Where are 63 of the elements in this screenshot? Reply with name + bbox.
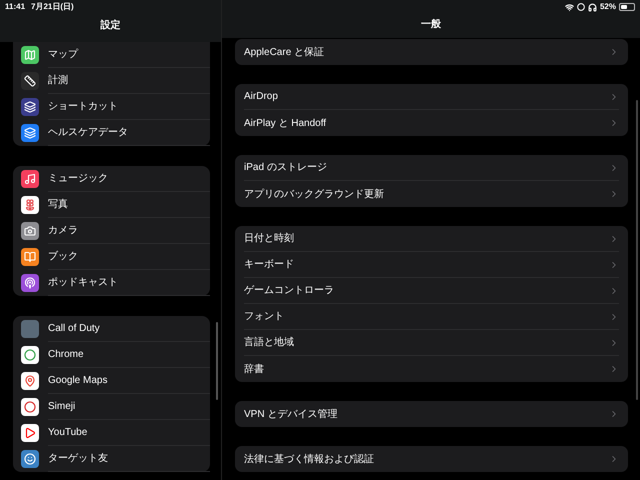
sidebar-item-label: ブック <box>48 250 78 264</box>
settings-row-label: iPad のストレージ <box>244 161 327 175</box>
status-time: 11:41 <box>5 1 26 13</box>
sidebar-item[interactable]: Chrome <box>13 342 210 368</box>
sidebar-item-label: ショートカット <box>48 100 118 114</box>
settings-row-label: 日付と時刻 <box>244 232 294 246</box>
sidebar-item[interactable]: ミュージック <box>13 166 210 192</box>
headphones-icon <box>588 2 597 12</box>
sidebar-item[interactable]: ショートカット <box>13 94 210 120</box>
settings-row[interactable]: iPad のストレージ <box>244 155 619 181</box>
settings-row-label: ゲームコントローラ <box>244 284 334 298</box>
settings-row-label: 辞書 <box>244 362 264 376</box>
sidebar-item[interactable]: ヘルスケアデータ <box>13 120 210 146</box>
settings-row-label: VPN とデバイス管理 <box>244 408 338 422</box>
sidebar-item[interactable]: マップ <box>13 42 210 68</box>
settings-row[interactable]: フォント <box>244 304 619 330</box>
detail-title: 一般 <box>421 18 441 32</box>
settings-row-label: AirPlay と Handoff <box>244 116 326 130</box>
sidebar-item-label: ターゲット友 <box>48 452 108 466</box>
settings-row[interactable]: VPN とデバイス管理 <box>244 401 619 427</box>
settings-row-label: AirDrop <box>244 90 278 104</box>
settings-row[interactable]: アプリのバックグラウンド更新 <box>244 181 619 207</box>
status-date: 7月21日(日) <box>31 1 74 13</box>
sidebar-item[interactable]: 計測 <box>13 68 210 94</box>
sidebar-item-label: Google Maps <box>48 374 108 388</box>
sidebar-item[interactable]: カメラ <box>13 218 210 244</box>
settings-row-label: フォント <box>244 310 284 324</box>
settings-row[interactable]: AirDrop <box>244 84 619 110</box>
settings-row[interactable]: AirPlay と Handoff <box>244 110 619 136</box>
settings-row[interactable]: 法律に基づく情報および認証 <box>244 446 619 472</box>
sidebar-item[interactable]: Simeji <box>13 394 210 420</box>
settings-row[interactable]: 辞書 <box>244 356 619 382</box>
sidebar-item[interactable]: YouTube <box>13 420 210 446</box>
sidebar-item-label: ミュージック <box>48 172 108 186</box>
battery-percent: 52% <box>600 1 616 13</box>
settings-row-label: キーボード <box>244 258 294 272</box>
settings-row[interactable]: 言語と地域 <box>244 330 619 356</box>
sidebar-item[interactable]: ブック <box>13 244 210 270</box>
sidebar-item-label: YouTube <box>48 426 88 440</box>
sidebar-item-label: Chrome <box>48 348 84 362</box>
sidebar-item-label: マップ <box>48 48 78 62</box>
settings-row-label: AppleCare と保証 <box>244 46 324 60</box>
sidebar-item-label: 写真 <box>48 198 68 212</box>
sidebar-item[interactable]: Call of Duty <box>13 316 210 342</box>
sidebar-item-label: カメラ <box>48 224 78 238</box>
settings-row-label: 言語と地域 <box>244 336 294 350</box>
sidebar-item[interactable]: 写真 <box>13 192 210 218</box>
settings-row[interactable]: キーボード <box>244 252 619 278</box>
sidebar-item-label: 計測 <box>48 74 68 88</box>
settings-row[interactable]: 日付と時刻 <box>244 226 619 252</box>
settings-row-label: アプリのバックグラウンド更新 <box>244 188 384 202</box>
wifi-icon <box>564 2 574 12</box>
settings-row[interactable]: ゲームコントローラ <box>244 278 619 304</box>
sidebar-item[interactable]: ポッドキャスト <box>13 270 210 296</box>
settings-row-label: 法律に基づく情報および認証 <box>244 452 374 466</box>
sidebar-item-label: Call of Duty <box>48 322 100 336</box>
sidebar-item-label: Simeji <box>48 400 76 414</box>
sidebar-item-label: ヘルスケアデータ <box>48 126 128 140</box>
settings-row[interactable]: AppleCare と保証 <box>244 39 619 65</box>
sidebar-item-label: ポッドキャスト <box>48 276 118 290</box>
sidebar-item[interactable]: Google Maps <box>13 368 210 394</box>
sidebar-title: 設定 <box>100 18 120 33</box>
sidebar-item[interactable]: ターゲット友 <box>13 446 210 472</box>
